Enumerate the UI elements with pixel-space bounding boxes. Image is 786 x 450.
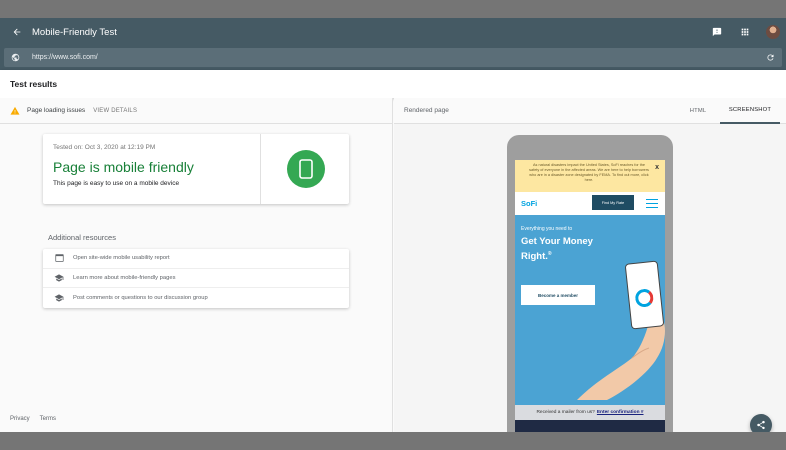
status-description: This page is easy to use on a mobile dev… [53,180,180,187]
url-text: https://www.sofi.com/ [32,54,98,61]
mailer-text: Received a mailer from us? [536,410,595,415]
resource-label: Post comments or questions to our discus… [73,294,208,301]
registered-mark: ® [547,251,552,257]
hero-headline-text: Get Your Money Right. [521,236,593,263]
additional-resources-title: Additional resources [48,233,116,242]
resource-learn-more[interactable]: Learn more about mobile-friendly pages [43,269,349,289]
footer-links: Privacy Terms [10,416,56,422]
chart-ring [634,288,655,308]
become-member-button: Become a member [521,285,595,305]
terms-link[interactable]: Terms [40,416,56,422]
back-button[interactable] [2,18,32,46]
smartphone-icon [287,150,325,188]
globe-icon [4,53,26,62]
rendered-screenshot[interactable]: As natural disasters impact the United S… [515,160,665,432]
header-actions [710,18,780,46]
screen-bottom-edge [0,432,786,450]
phone-illustration [624,260,665,330]
privacy-link[interactable]: Privacy [10,416,30,422]
resource-usability-report[interactable]: Open site-wide mobile usability report [43,249,349,269]
right-pane: Rendered page HTML SCREENSHOT As natural… [394,98,786,432]
feedback-icon [712,27,722,37]
footer-strip [515,420,665,432]
left-pane: Page loading issues VIEW DETAILS Tested … [0,98,393,432]
header-bar: Mobile-Friendly Test [0,18,786,46]
resource-label: Learn more about mobile-friendly pages [73,274,176,281]
school-cap-icon [53,273,65,283]
warning-icon [10,106,20,116]
refresh-icon [766,53,773,60]
arrow-back-icon [13,28,21,36]
page-loading-issues: Page loading issues VIEW DETAILS [0,98,393,124]
phone-frame: As natural disasters impact the United S… [507,135,673,432]
results-title: Test results [10,79,58,89]
rendered-page-title: Rendered page [404,107,449,114]
result-card: Tested on: Oct 3, 2020 at 12:19 PM Page … [43,134,349,204]
menu-icon [646,199,658,208]
tab-html[interactable]: HTML [676,98,720,124]
share-button[interactable] [750,414,772,432]
apps-grid-icon [741,28,749,36]
additional-resources-list: Open site-wide mobile usability report L… [43,249,349,308]
results-bar: Test results [0,70,786,98]
screen-top-edge [0,0,786,18]
hero-kicker: Everything you need to [521,226,573,232]
resource-label: Open site-wide mobile usability report [73,255,170,262]
site-nav: SoFi Find My Rate [515,192,665,215]
mailer-link: Enter confirmation # [596,410,644,415]
share-icon [757,420,765,430]
school-cap-icon [53,293,65,303]
user-avatar[interactable] [766,25,780,39]
app-header: Mobile-Friendly Test https://www.sofi.co… [0,18,786,70]
feedback-button[interactable] [710,25,724,39]
browser-window-icon [53,253,65,263]
tab-screenshot[interactable]: SCREENSHOT [720,98,780,124]
apps-button[interactable] [738,25,752,39]
refresh-button[interactable] [764,51,776,63]
issues-label: Page loading issues [27,107,86,114]
close-icon: x [655,164,659,171]
banner-text: As natural disasters impact the United S… [529,163,649,182]
view-details-link[interactable]: VIEW DETAILS [93,108,137,114]
mobile-friendly-status: Page is mobile friendly [53,159,194,175]
find-rate-button: Find My Rate [592,195,634,210]
tested-on-date: Tested on: Oct 3, 2020 at 12:19 PM [53,144,156,151]
url-bar[interactable]: https://www.sofi.com/ [4,48,782,67]
card-divider [260,134,261,204]
hero-headline: Get Your Money Right.® [521,236,621,263]
resource-discussion-group[interactable]: Post comments or questions to our discus… [43,288,349,308]
app-window: Mobile-Friendly Test https://www.sofi.co… [0,18,786,432]
app-title: Mobile-Friendly Test [32,26,117,38]
sofi-logo: SoFi [521,199,538,208]
rendered-page-header: Rendered page HTML SCREENSHOT [394,98,786,124]
disaster-banner: As natural disasters impact the United S… [515,160,665,192]
mailer-bar: Received a mailer from us? Enter confirm… [515,405,665,420]
